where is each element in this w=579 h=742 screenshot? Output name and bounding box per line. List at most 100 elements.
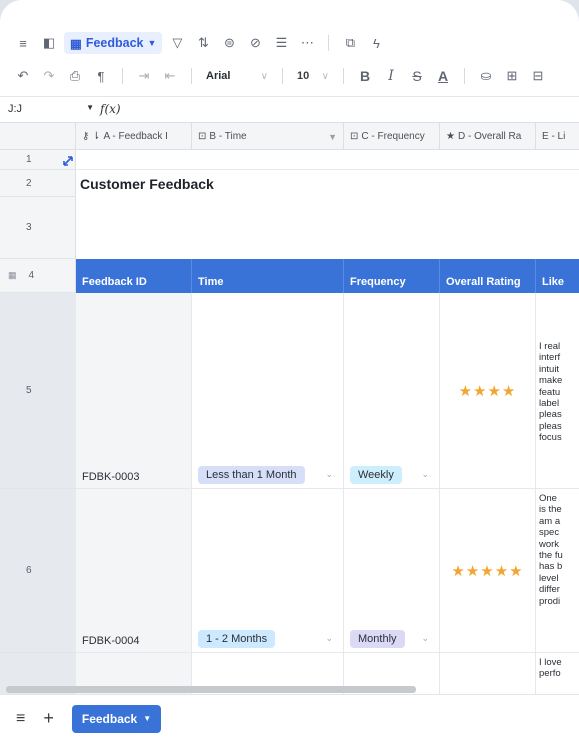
frequency-cell[interactable]: Weekly ⌄ (344, 293, 440, 488)
feedback-id: FDBK-0004 (82, 635, 140, 647)
rating-cell[interactable]: ★★★★ (440, 293, 536, 488)
sort-icon[interactable]: ⇅ (192, 32, 214, 54)
key-icon: ⚷ ⇂ (82, 131, 101, 142)
frequency-tag: Weekly (350, 466, 402, 484)
copy-format-icon[interactable]: ⧉ (339, 32, 361, 54)
sheet-title: Customer Feedback (80, 176, 214, 192)
column-header-c[interactable]: ⊡ C - Frequency (344, 123, 440, 150)
cell-reference: J:J (8, 102, 23, 115)
chevron-down-icon[interactable]: ▼ (328, 132, 337, 142)
row-number[interactable]: 5 (0, 293, 76, 489)
column-header-e[interactable]: E - Li (536, 123, 579, 150)
menu-icon[interactable]: ≡ (12, 32, 34, 54)
table-header-cell[interactable]: Feedback ID (76, 259, 192, 293)
time-cell[interactable]: Less than 1 Month ⌄ (192, 293, 344, 488)
chevron-down-icon[interactable]: ⌄ (325, 469, 333, 480)
rating-cell[interactable]: ★★★★★ (440, 489, 536, 652)
view-toolbar: ≡ ◧ ▦ Feedback ▼ ▽ ⇅ ⊜ ⊘ ☰ ⋯ ⧉ ϟ (12, 30, 579, 56)
table-header-cell[interactable]: Overall Rating (440, 259, 536, 293)
row-number[interactable]: 6 (0, 489, 76, 653)
table-header-row: Feedback ID Time Frequency Overall Ratin… (76, 259, 579, 293)
frequency-cell[interactable]: Monthly ⌄ (344, 489, 440, 652)
borders-icon[interactable]: ⊞ (501, 65, 523, 87)
chevron-down-icon: ∨ (260, 70, 268, 82)
chevron-down-icon[interactable]: ⌄ (421, 633, 429, 644)
time-cell[interactable]: 1 - 2 Months ⌄ (192, 489, 344, 652)
horizontal-scrollbar[interactable] (6, 686, 416, 693)
toolbar-divider (464, 68, 465, 84)
more-icon[interactable]: ⋯ (296, 32, 318, 54)
font-family-value: Arial (206, 70, 231, 82)
fill-color-icon[interactable]: ⛀ (475, 65, 497, 87)
cell[interactable] (76, 150, 579, 169)
star-rating: ★★★★ (458, 382, 517, 400)
rating-cell[interactable] (440, 653, 536, 694)
column-header-label: C - Frequency (361, 131, 425, 142)
corner-cell[interactable] (0, 123, 76, 150)
table-header-cell[interactable]: Frequency (344, 259, 440, 293)
indent-icon[interactable]: ⇥ (133, 65, 155, 87)
expand-icon[interactable] (62, 155, 74, 167)
feedback-id-cell[interactable]: FDBK-0004 (76, 489, 192, 652)
toolbar-divider (191, 68, 192, 84)
toolbar-divider (282, 68, 283, 84)
chevron-down-icon: ∨ (321, 70, 329, 82)
like-cell[interactable]: One is the am a spec work the fu has b level dif… (536, 489, 579, 652)
italic-icon[interactable]: I (380, 65, 402, 87)
chevron-down-icon: ▼ (143, 714, 152, 723)
bold-icon[interactable]: B (354, 65, 376, 87)
sheet-tab-feedback[interactable]: Feedback ▼ (71, 704, 162, 733)
row-number[interactable]: ▦ 4 (0, 259, 76, 293)
spreadsheet-app: ≡ ◧ ▦ Feedback ▼ ▽ ⇅ ⊜ ⊘ ☰ ⋯ ⧉ ϟ ↶ ↷ ⎙ ¶… (0, 0, 579, 742)
table-row: FDBK-0003 Less than 1 Month ⌄ Weekly ⌄ ★… (76, 293, 579, 489)
all-sheets-icon[interactable]: ≡ (16, 710, 25, 728)
text-color-icon[interactable]: A (432, 65, 454, 87)
function-icon[interactable]: f(x) (100, 102, 121, 116)
format-painter-icon[interactable]: ¶ (90, 65, 112, 87)
like-cell[interactable]: I love perfo (536, 653, 579, 694)
chevron-down-icon: ▼ (147, 38, 157, 48)
automation-icon[interactable]: ϟ (365, 32, 387, 54)
row-height-icon[interactable]: ☰ (270, 32, 292, 54)
feedback-id-cell[interactable]: FDBK-0003 (76, 293, 192, 488)
add-sheet-icon[interactable]: + (43, 708, 54, 729)
chevron-down-icon[interactable]: ⌄ (421, 469, 429, 480)
column-header-bar: ⚷ ⇂ A - Feedback I ⊡ B - Time ▼ ⊡ C - Fr… (0, 122, 579, 150)
column-header-d[interactable]: ★ D - Overall Ra (440, 123, 536, 150)
table-row: FDBK-0004 1 - 2 Months ⌄ Monthly ⌄ ★★★★★… (76, 489, 579, 653)
cell-reference-box[interactable]: J:J ▼ (0, 103, 100, 115)
font-size-select[interactable]: 10 ∨ (293, 70, 333, 82)
like-cell[interactable]: I real interf intuit make featu label pleas ple… (536, 293, 579, 488)
table-row (76, 197, 579, 259)
frequency-tag: Monthly (350, 630, 405, 648)
row-number[interactable]: 3 (0, 197, 76, 259)
redo-icon[interactable]: ↷ (38, 65, 60, 87)
print-icon[interactable]: ⎙ (64, 65, 86, 87)
format-toolbar: ↶ ↷ ⎙ ¶ ⇥ ⇤ Arial ∨ 10 ∨ B I S A ⛀ ⊞ ⊟ (12, 63, 579, 89)
cell[interactable]: Customer Feedback (76, 170, 579, 197)
like-text: One is the am a spec work the fu has b level dif… (539, 493, 563, 607)
filter-icon[interactable]: ▽ (166, 32, 188, 54)
row-number[interactable]: 2 (0, 170, 76, 197)
font-family-select[interactable]: Arial ∨ (202, 70, 272, 82)
column-header-a[interactable]: ⚷ ⇂ A - Feedback I (76, 123, 192, 150)
chevron-down-icon: ▼ (86, 102, 94, 112)
column-header-label: E - Li (542, 131, 566, 142)
chevron-down-icon[interactable]: ⌄ (325, 633, 333, 644)
drag-handle-icon[interactable]: ▦ (8, 270, 17, 281)
hide-fields-icon[interactable]: ⊘ (244, 32, 266, 54)
formula-bar: J:J ▼ f(x) (0, 96, 579, 120)
feedback-id: FDBK-0003 (82, 471, 140, 483)
column-header-b[interactable]: ⊡ B - Time ▼ (192, 123, 344, 150)
table-header-cell[interactable]: Like (536, 259, 579, 293)
table-header-cell[interactable]: Time (192, 259, 344, 293)
column-header-label: D - Overall Ra (457, 131, 522, 142)
group-icon[interactable]: ⊜ (218, 32, 240, 54)
outdent-icon[interactable]: ⇤ (159, 65, 181, 87)
toolbar-divider (328, 35, 330, 51)
merge-icon[interactable]: ⊟ (527, 65, 549, 87)
sheet-view-selector[interactable]: ▦ Feedback ▼ (64, 32, 163, 54)
strikethrough-icon[interactable]: S (406, 65, 428, 87)
sidebar-toggle-icon[interactable]: ◧ (38, 32, 60, 54)
undo-icon[interactable]: ↶ (12, 65, 34, 87)
